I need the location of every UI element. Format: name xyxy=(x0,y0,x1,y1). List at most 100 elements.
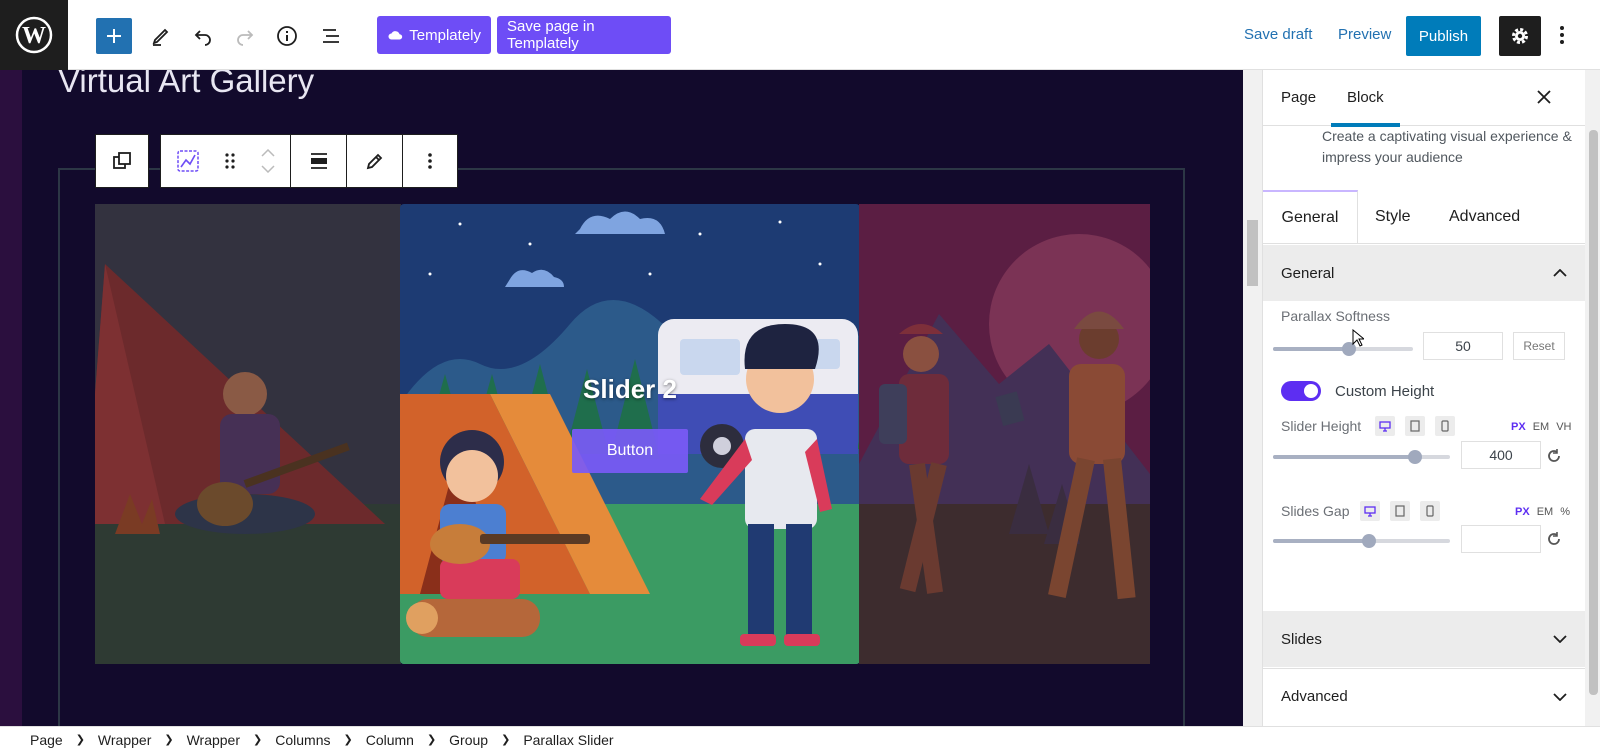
unit-em[interactable]: EM xyxy=(1537,506,1554,518)
svg-text:W: W xyxy=(22,23,46,49)
close-sidebar-button[interactable] xyxy=(1535,88,1553,111)
drag-handle[interactable] xyxy=(215,135,245,187)
templately-button[interactable]: Templately xyxy=(377,16,491,54)
details-button[interactable] xyxy=(269,18,305,54)
tablet-icon xyxy=(1395,505,1405,517)
slides-gap-label: Slides Gap xyxy=(1281,503,1350,519)
align-button[interactable] xyxy=(291,135,347,187)
tab-page[interactable]: Page xyxy=(1281,89,1316,106)
breadcrumb-separator-icon: ❯ xyxy=(426,734,437,746)
slides-panel-title: Slides xyxy=(1281,630,1322,648)
save-in-templately-label: Save page in Templately xyxy=(507,18,595,52)
save-in-templately-button[interactable]: Save page in Templately xyxy=(497,16,671,54)
mobile-device-button[interactable] xyxy=(1435,416,1455,436)
desktop-device-button[interactable] xyxy=(1375,416,1395,436)
breadcrumb-item[interactable]: Group xyxy=(449,732,488,748)
mobile-device-button[interactable] xyxy=(1420,501,1440,521)
desktop-icon xyxy=(1364,505,1376,517)
tab-general[interactable]: General xyxy=(1263,190,1358,244)
tab-block[interactable]: Block xyxy=(1331,89,1400,127)
sidebar-scrollbar[interactable] xyxy=(1585,70,1600,726)
publish-button[interactable]: Publish xyxy=(1406,16,1481,56)
desktop-icon xyxy=(1379,420,1391,432)
chevron-up-icon[interactable] xyxy=(260,149,275,157)
parallax-slider-icon xyxy=(177,150,199,172)
reset-icon[interactable] xyxy=(1546,448,1562,464)
tablet-device-button[interactable] xyxy=(1405,416,1425,436)
editor-canvas[interactable]: Virtual Art Gallery Slider 2 Button xyxy=(0,70,1243,726)
tablet-icon xyxy=(1410,420,1420,432)
tab-advanced[interactable]: Advanced xyxy=(1449,190,1520,244)
page-title[interactable]: Virtual Art Gallery xyxy=(58,70,314,100)
slides-gap-units: PX EM % xyxy=(1515,506,1570,518)
chevron-down-icon xyxy=(1553,692,1567,701)
slider-height-units: PX EM VH xyxy=(1511,421,1571,433)
parallax-softness-fill xyxy=(1273,347,1349,351)
templately-cloud-icon xyxy=(388,31,403,40)
slides-panel-header[interactable]: Slides xyxy=(1263,611,1585,667)
chevron-down-icon[interactable] xyxy=(260,165,275,173)
slider-height-input[interactable]: 400 xyxy=(1461,441,1541,469)
slides-gap-handle[interactable] xyxy=(1361,534,1376,548)
more-vertical-icon xyxy=(428,153,432,169)
templately-label: Templately xyxy=(409,26,481,44)
parallax-softness-reset-button[interactable]: Reset xyxy=(1513,332,1565,360)
slider-height-handle[interactable] xyxy=(1407,450,1422,464)
block-options-button[interactable] xyxy=(403,135,457,187)
slide-button[interactable]: Button xyxy=(572,429,688,473)
slide-2[interactable]: Slider 2 Button xyxy=(400,204,860,664)
options-menu-button[interactable] xyxy=(1552,20,1572,50)
close-icon xyxy=(1537,90,1551,104)
list-view-button[interactable] xyxy=(313,18,349,54)
slide-1[interactable] xyxy=(95,204,401,664)
parallax-softness-slider[interactable] xyxy=(1273,342,1413,356)
slides-gap-slider[interactable] xyxy=(1273,534,1450,548)
breadcrumb-item[interactable]: Page xyxy=(30,732,63,748)
chevron-down-icon xyxy=(1553,635,1567,643)
advanced-panel-header[interactable]: Advanced xyxy=(1263,668,1585,724)
breadcrumb-item[interactable]: Columns xyxy=(275,732,330,748)
edit-button[interactable] xyxy=(347,135,403,187)
info-icon xyxy=(277,26,297,46)
unit-percent[interactable]: % xyxy=(1560,506,1570,518)
tablet-device-button[interactable] xyxy=(1390,501,1410,521)
tools-button[interactable] xyxy=(143,18,179,54)
general-panel-header[interactable]: General xyxy=(1263,245,1585,301)
wordpress-icon: W xyxy=(15,16,53,54)
more-vertical-icon xyxy=(1560,26,1564,44)
sidebar-scrollbar-thumb[interactable] xyxy=(1589,130,1598,695)
reset-icon[interactable] xyxy=(1546,531,1562,547)
breadcrumb-item[interactable]: Wrapper xyxy=(187,732,240,748)
undo-button[interactable] xyxy=(185,18,221,54)
save-draft-button[interactable]: Save draft xyxy=(1244,26,1312,43)
slider-height-slider[interactable] xyxy=(1273,450,1450,464)
slide-caption[interactable]: Slider 2 xyxy=(400,374,860,405)
block-type-button[interactable] xyxy=(161,135,215,187)
desktop-device-button[interactable] xyxy=(1360,501,1380,521)
wordpress-logo-button[interactable]: W xyxy=(0,0,68,70)
mobile-icon xyxy=(1441,420,1449,432)
breadcrumb-item[interactable]: Parallax Slider xyxy=(523,732,613,748)
preview-button[interactable]: Preview xyxy=(1338,26,1391,43)
unit-em[interactable]: EM xyxy=(1533,421,1550,433)
slide-3[interactable] xyxy=(859,204,1150,664)
block-breadcrumb: Page ❯ Wrapper ❯ Wrapper ❯ Columns ❯ Column ❯ Grou… xyxy=(0,726,1600,752)
breadcrumb-separator-icon: ❯ xyxy=(253,734,263,746)
slides-gap-input[interactable] xyxy=(1461,525,1541,553)
unit-px[interactable]: PX xyxy=(1515,506,1530,518)
unit-vh[interactable]: VH xyxy=(1556,421,1571,433)
breadcrumb-item[interactable]: Column xyxy=(366,732,414,748)
custom-height-toggle[interactable] xyxy=(1281,381,1321,401)
breadcrumb-item[interactable]: Wrapper xyxy=(98,732,151,748)
add-block-button[interactable] xyxy=(96,18,132,54)
tab-style[interactable]: Style xyxy=(1375,190,1411,244)
unit-px[interactable]: PX xyxy=(1511,421,1526,433)
parallax-softness-input[interactable]: 50 xyxy=(1423,332,1503,360)
slides-gap-fill xyxy=(1273,539,1369,543)
settings-button[interactable] xyxy=(1499,16,1541,56)
canvas-scrollbar-thumb[interactable] xyxy=(1247,220,1258,286)
canvas-scrollbar[interactable] xyxy=(1243,70,1262,726)
chevron-up-icon xyxy=(1553,269,1567,277)
block-transform-button[interactable] xyxy=(95,134,149,188)
redo-button[interactable] xyxy=(227,18,263,54)
